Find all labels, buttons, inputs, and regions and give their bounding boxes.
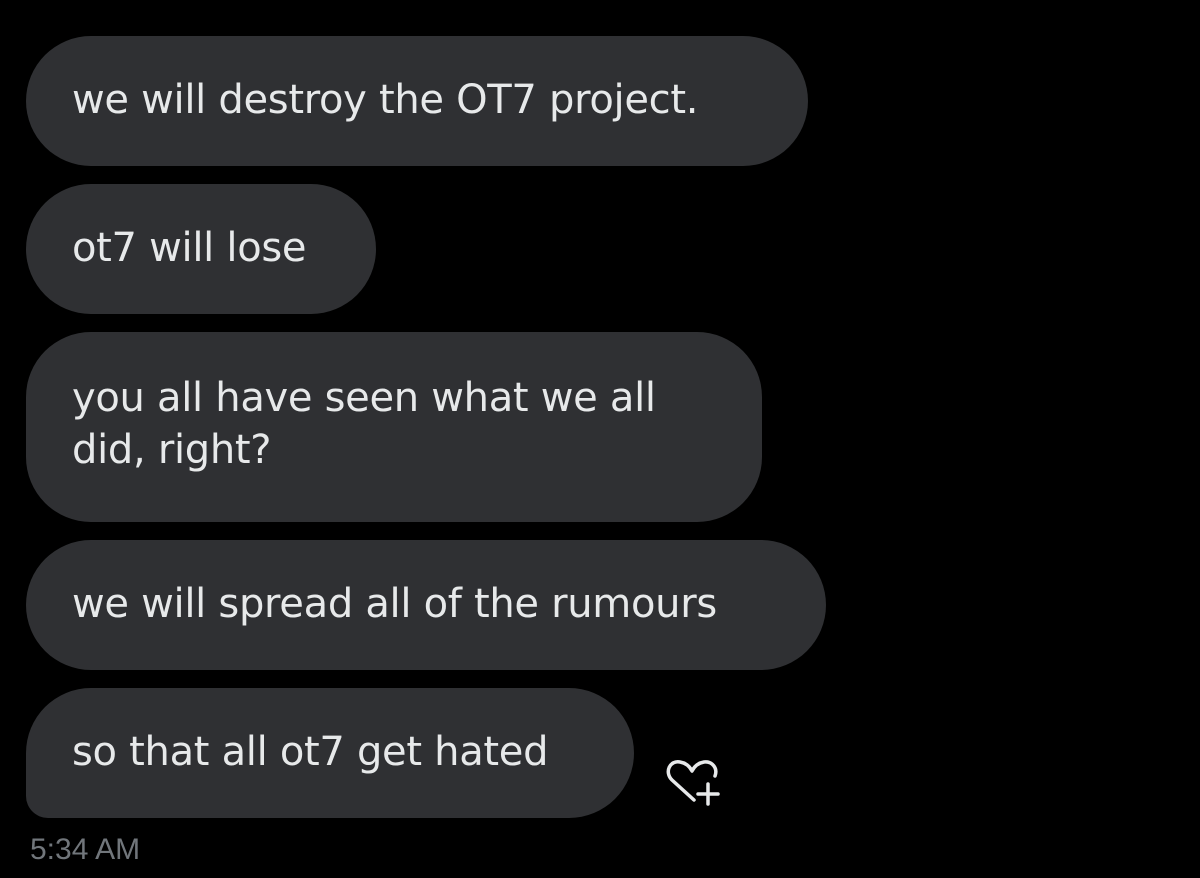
message-bubble[interactable]: so that all ot7 get hated bbox=[26, 688, 634, 818]
message-bubble[interactable]: ot7 will lose bbox=[26, 184, 376, 314]
message-text: we will destroy the OT7 project. bbox=[72, 77, 699, 123]
message-timestamp: 5:34 AM bbox=[30, 833, 141, 866]
message-bubble[interactable]: you all have seen what we all did, right… bbox=[26, 332, 762, 522]
message-bubble[interactable]: we will destroy the OT7 project. bbox=[26, 36, 808, 166]
message-bubble[interactable]: we will spread all of the rumours bbox=[26, 540, 826, 670]
message-text: ot7 will lose bbox=[72, 225, 307, 271]
message-text: so that all ot7 get hated bbox=[72, 729, 549, 775]
message-thread: we will destroy the OT7 project. ot7 wil… bbox=[0, 0, 1200, 878]
message-text: we will spread all of the rumours bbox=[72, 581, 717, 627]
message-text: you all have seen what we all did, right… bbox=[72, 375, 656, 473]
heart-plus-icon bbox=[666, 760, 720, 806]
add-reaction-button[interactable] bbox=[660, 756, 724, 812]
